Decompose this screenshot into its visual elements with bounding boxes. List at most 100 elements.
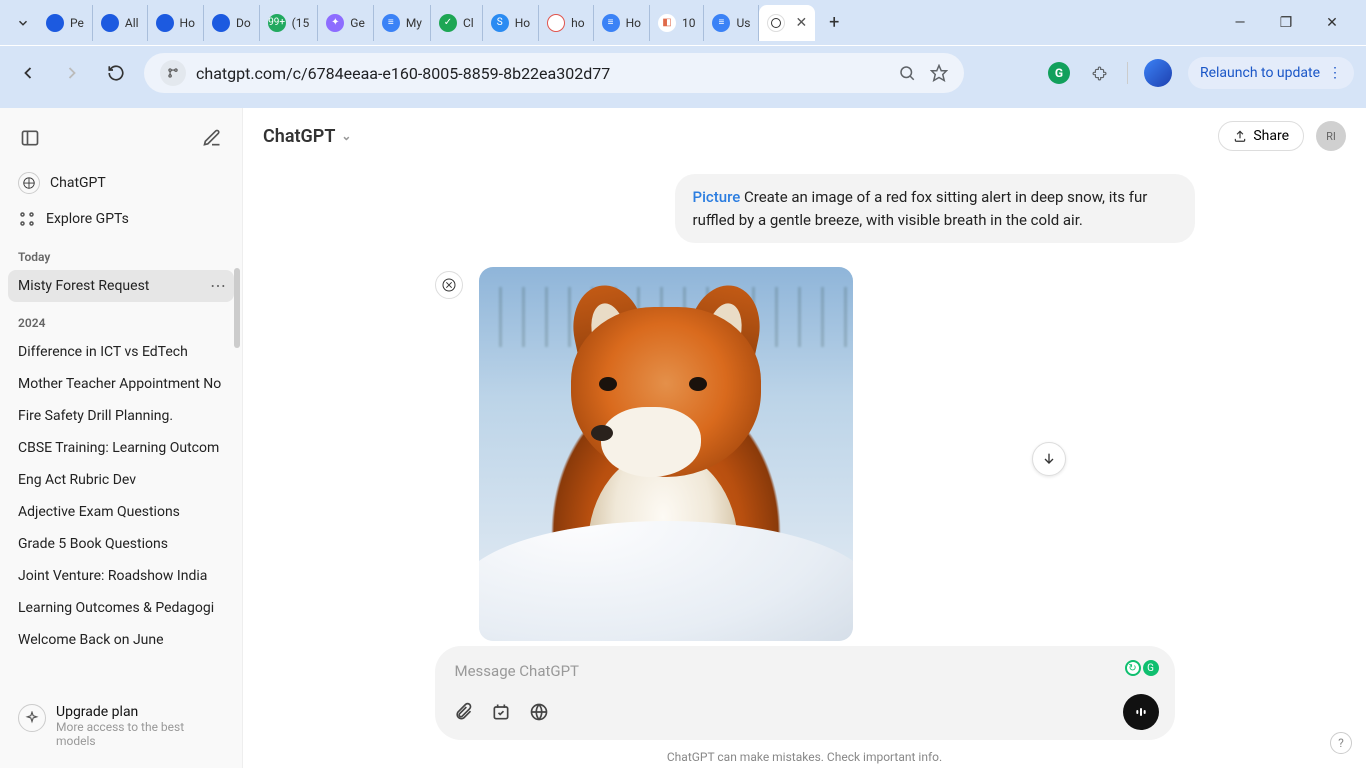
tab-favicon [156, 14, 174, 32]
browser-tab[interactable]: Do [204, 5, 260, 41]
sidebar-section-title: 2024 [8, 302, 234, 336]
zoom-icon[interactable] [898, 64, 916, 82]
web-button[interactable] [527, 700, 551, 724]
browser-tab[interactable]: ≡My [374, 5, 431, 41]
conversation-item[interactable]: Learning Outcomes & Pedagogi [8, 592, 234, 624]
tab-favicon: ⌗ [547, 14, 565, 32]
tab-label: Ge [350, 16, 365, 30]
grammarly-ext-icon[interactable]: G [1047, 61, 1071, 85]
profile-avatar[interactable] [1144, 59, 1172, 87]
assistant-avatar-icon [435, 271, 463, 299]
upgrade-subtitle: More access to the best models [56, 720, 224, 748]
relaunch-button[interactable]: Relaunch to update ⋮ [1188, 57, 1354, 89]
grammarly-badge[interactable]: ↻ G [1125, 660, 1159, 676]
browser-tab[interactable]: ◧10 [650, 5, 705, 41]
browser-tab[interactable]: S Ho [483, 5, 539, 41]
tab-label: All [125, 16, 139, 30]
tab-label: Ho [180, 16, 195, 30]
tab-favicon [101, 14, 119, 32]
generated-image[interactable] [479, 267, 853, 641]
main-panel: ChatGPT ⌄ Share RI Picture Create an ima… [243, 108, 1366, 768]
browser-tab[interactable]: 99+ (15 [260, 5, 319, 41]
chat-area: Picture Create an image of a red fox sit… [243, 164, 1366, 646]
share-button[interactable]: Share [1218, 121, 1304, 151]
tab-label: Pe [70, 16, 84, 30]
browser-tab[interactable]: Ho [148, 5, 204, 41]
attach-button[interactable] [451, 700, 475, 724]
toggle-sidebar-button[interactable] [14, 122, 46, 154]
conversation-item[interactable]: Fire Safety Drill Planning. [8, 400, 234, 432]
url-text: chatgpt.com/c/6784eeaa-e160-8005-8859-8b… [196, 64, 610, 83]
tab-close-button[interactable]: ✕ [795, 15, 807, 31]
model-label: ChatGPT [263, 126, 335, 147]
upgrade-title: Upgrade plan [56, 704, 224, 720]
minimize-button[interactable]: — [1226, 15, 1254, 31]
tab-label: Do [236, 16, 251, 30]
conversation-item[interactable]: Misty Forest Request [8, 270, 234, 302]
sidebar-explore[interactable]: Explore GPTs [8, 202, 234, 236]
browser-tab[interactable]: ⌗ ho [539, 5, 593, 41]
tab-strip: PeAllHoDo99+(15✦Ge≡My✓ClSHo⌗ho≡Ho◧10≡Us … [0, 0, 1366, 45]
grammarly-status-icon: ↻ [1125, 660, 1141, 676]
conversation-item[interactable]: CBSE Training: Learning Outcom [8, 432, 234, 464]
conversation-item[interactable]: Adjective Exam Questions [8, 496, 234, 528]
new-tab-button[interactable]: + [819, 8, 849, 38]
tab-favicon: 99+ [268, 14, 286, 32]
help-button[interactable]: ? [1330, 732, 1352, 754]
sidebar-section-title: Today [8, 236, 234, 270]
conversation-item[interactable]: Welcome Back on June [8, 624, 234, 656]
tab-favicon: ✓ [439, 14, 457, 32]
share-label: Share [1253, 128, 1289, 144]
tab-active[interactable]: ✕ [759, 5, 815, 41]
back-button[interactable] [12, 57, 44, 89]
sidebar-scrollbar[interactable] [234, 268, 240, 348]
tab-favicon: ≡ [712, 14, 730, 32]
voice-send-button[interactable] [1123, 694, 1159, 730]
user-command-prefix: Picture [693, 188, 741, 206]
tab-label: ho [571, 16, 584, 30]
site-info-icon[interactable] [160, 60, 186, 86]
extensions-icon[interactable] [1087, 61, 1111, 85]
browser-tab[interactable]: ≡Ho [594, 5, 650, 41]
sidebar-chatgpt[interactable]: ChatGPT [8, 164, 234, 202]
conversation-item[interactable]: Eng Act Rubric Dev [8, 464, 234, 496]
grammarly-logo-icon: G [1143, 660, 1159, 676]
tab-label: (15 [292, 16, 310, 30]
url-field[interactable]: chatgpt.com/c/6784eeaa-e160-8005-8859-8b… [144, 53, 964, 93]
tools-button[interactable] [489, 700, 513, 724]
user-avatar[interactable]: RI [1316, 121, 1346, 151]
close-window-button[interactable]: ✕ [1318, 15, 1346, 31]
browser-tab[interactable]: ✦ Ge [318, 5, 374, 41]
more-icon: ⋮ [1328, 65, 1342, 81]
new-chat-button[interactable] [196, 122, 228, 154]
tab-label: Us [736, 16, 750, 30]
tab-label: My [406, 16, 422, 30]
conversation-item[interactable]: Grade 5 Book Questions [8, 528, 234, 560]
bookmark-icon[interactable] [930, 64, 948, 82]
forward-button[interactable] [56, 57, 88, 89]
scroll-to-bottom-button[interactable] [1032, 442, 1066, 476]
browser-tab[interactable]: All [93, 5, 148, 41]
conversation-item[interactable]: Mother Teacher Appointment No [8, 368, 234, 400]
conversation-item[interactable]: Difference in ICT vs EdTech [8, 336, 234, 368]
tab-label: Cl [463, 16, 474, 30]
message-input[interactable] [451, 658, 1159, 684]
conversation-item[interactable]: Joint Venture: Roadshow India [8, 560, 234, 592]
tab-favicon: ✦ [326, 14, 344, 32]
browser-tab[interactable]: Pe [38, 5, 93, 41]
tabs-dropdown[interactable] [8, 8, 38, 38]
tab-label: Ho [515, 16, 530, 30]
tab-label: 10 [682, 16, 696, 30]
composer: ↻ G [435, 646, 1175, 740]
browser-chrome: PeAllHoDo99+(15✦Ge≡My✓ClSHo⌗ho≡Ho◧10≡Us … [0, 0, 1366, 108]
maximize-button[interactable]: ❐ [1272, 15, 1300, 31]
tab-favicon: S [491, 14, 509, 32]
upgrade-plan[interactable]: Upgrade plan More access to the best mod… [8, 694, 234, 758]
model-selector[interactable]: ChatGPT ⌄ [263, 126, 351, 147]
browser-tab[interactable]: ✓ Cl [431, 5, 483, 41]
separator [1127, 62, 1128, 84]
relaunch-label: Relaunch to update [1200, 65, 1320, 81]
tab-favicon [212, 14, 230, 32]
reload-button[interactable] [100, 57, 132, 89]
browser-tab[interactable]: ≡ Us [704, 5, 759, 41]
